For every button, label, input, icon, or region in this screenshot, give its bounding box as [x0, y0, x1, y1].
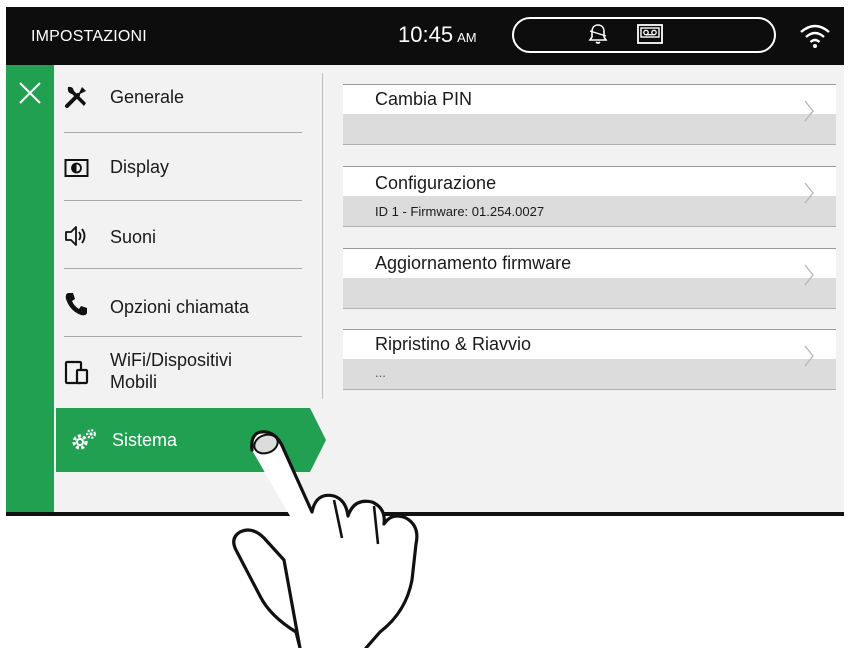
menu-item-generale[interactable]: Generale: [54, 65, 302, 133]
pointing-hand-icon: [232, 430, 419, 648]
divider: [343, 308, 836, 309]
clock-ampm: AM: [457, 30, 477, 45]
row-subtitle: ...: [375, 365, 386, 380]
mobile-device-icon: [64, 360, 89, 385]
gears-icon: [72, 429, 96, 450]
chevron-right-icon: [804, 264, 814, 286]
menu-item-label: Display: [110, 157, 170, 177]
settings-row-aggiornamento-firmware[interactable]: Aggiornamento firmware: [343, 248, 836, 310]
chevron-right-icon: [804, 100, 814, 122]
row-title: Configurazione: [375, 173, 497, 193]
wifi-icon[interactable]: [798, 22, 832, 50]
menu-item-opzioni-chiamata[interactable]: Opzioni chiamata: [54, 269, 302, 337]
settings-row-cambia-pin[interactable]: Cambia PIN: [343, 84, 836, 146]
panel-divider: [322, 73, 323, 399]
page-title: IMPOSTAZIONI: [31, 28, 147, 45]
display-icon: [64, 159, 89, 177]
row-subtitle-band: [343, 114, 836, 144]
row-subtitle-band: [343, 278, 836, 308]
bell-icon[interactable]: [587, 22, 609, 46]
menu-item-wifi-dispositivi-mobili[interactable]: WiFi/Dispositivi Mobili: [54, 337, 302, 407]
speaker-icon: [65, 226, 86, 246]
row-subtitle: ID 1 - Firmware: 01.254.0027: [375, 204, 545, 219]
menu-item-label: Sistema: [112, 430, 178, 450]
clock-time: 10:45: [398, 22, 454, 47]
divider: [343, 144, 836, 145]
menu-item-label: Opzioni chiamata: [110, 297, 250, 317]
chevron-right-icon: [804, 182, 814, 204]
phone-icon: [65, 293, 87, 316]
sidebar-accent-bar: [6, 65, 54, 515]
settings-row-ripristino-riavvio[interactable]: Ripristino & Riavvio ...: [343, 329, 836, 391]
status-bar: IMPOSTAZIONI 10:45 AM: [6, 7, 844, 65]
menu-item-label: Generale: [110, 87, 185, 107]
clock: 10:45 AM: [398, 22, 477, 48]
menu-item-label-line1: WiFi/Dispositivi: [110, 350, 233, 370]
wrench-screwdriver-icon: [65, 86, 86, 108]
divider: [343, 226, 836, 227]
menu-item-label-line2: Mobili: [110, 372, 158, 392]
divider: [343, 389, 836, 390]
row-subtitle-band: [343, 359, 836, 389]
close-icon[interactable]: [18, 81, 42, 105]
settings-row-configurazione[interactable]: Configurazione ID 1 - Firmware: 01.254.0…: [343, 166, 836, 228]
menu-item-display[interactable]: Display: [54, 133, 302, 201]
menu-item-suoni[interactable]: Suoni: [54, 201, 302, 269]
menu-item-label: Suoni: [110, 227, 157, 247]
row-title: Aggiornamento firmware: [375, 253, 572, 273]
chevron-right-icon: [804, 345, 814, 367]
menu-item-label: WiFi/Dispositivi Mobili: [110, 349, 232, 393]
answering-machine-icon[interactable]: [636, 22, 664, 46]
row-title: Ripristino & Riavvio: [375, 334, 532, 354]
row-title: Cambia PIN: [375, 89, 473, 109]
